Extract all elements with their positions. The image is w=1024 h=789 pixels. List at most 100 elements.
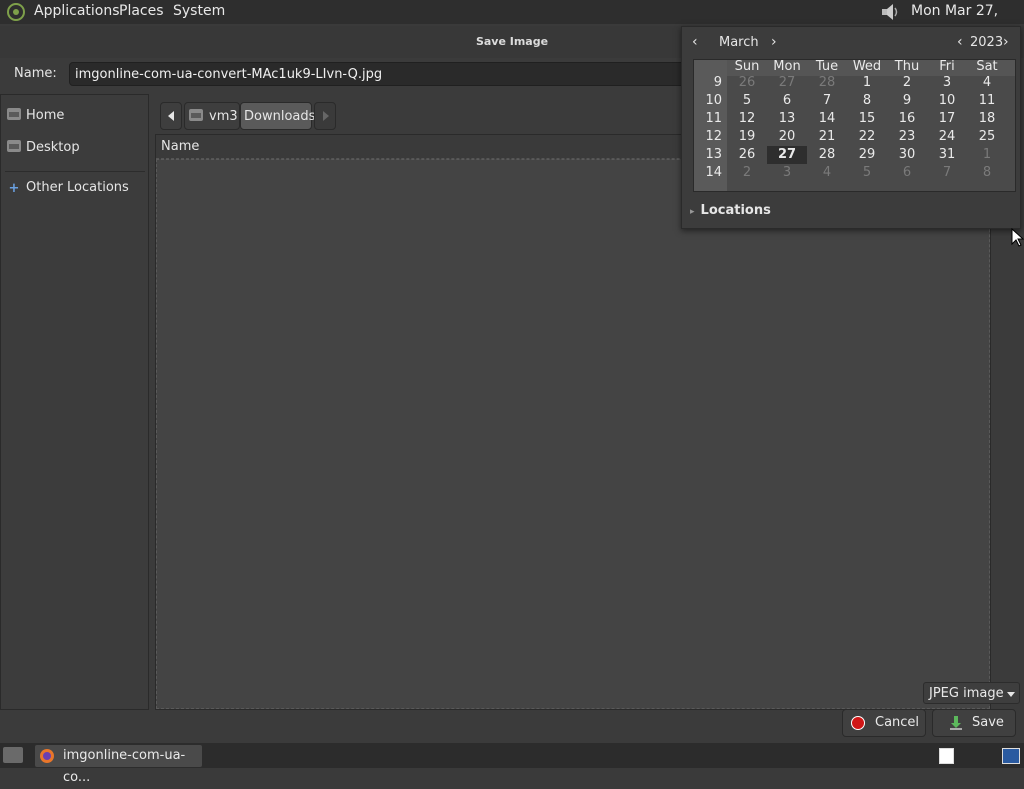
calendar-day[interactable]: 19 bbox=[727, 128, 767, 146]
calendar-day[interactable]: 11 bbox=[967, 92, 1007, 110]
cancel-label: Cancel bbox=[875, 715, 920, 730]
calendar-day[interactable]: 28 bbox=[807, 74, 847, 92]
sidebar-item-label: Other Locations bbox=[26, 180, 129, 195]
calendar-day[interactable]: 22 bbox=[847, 128, 887, 146]
save-label: Save bbox=[972, 715, 1004, 730]
chevron-left-icon bbox=[168, 111, 174, 121]
locations-expander[interactable]: ▸ Locations bbox=[690, 203, 771, 223]
calendar-day[interactable]: 25 bbox=[967, 128, 1007, 146]
clock[interactable]: Mon Mar 27, 16:19 bbox=[911, 0, 1024, 41]
week-number: 14 bbox=[705, 165, 722, 180]
calendar-days: Sun Mon Tue Wed Thu Fri Sat 9 26 27 28 1 2 3 4 10 5 6 7 8 9 1… bbox=[682, 27, 1022, 197]
menu-places[interactable]: Places bbox=[119, 0, 164, 24]
calendar-day[interactable]: 30 bbox=[887, 146, 927, 164]
week-number: 10 bbox=[705, 93, 722, 108]
calendar-day[interactable]: 5 bbox=[847, 164, 887, 182]
calendar-day[interactable]: 28 bbox=[807, 146, 847, 164]
calendar-day[interactable]: 20 bbox=[767, 128, 807, 146]
sidebar-item-label: Home bbox=[26, 108, 65, 123]
calendar-day[interactable]: 3 bbox=[767, 164, 807, 182]
calendar-day[interactable]: 2 bbox=[887, 74, 927, 92]
path-segment-downloads[interactable]: Downloads bbox=[240, 102, 316, 130]
workspace-2-icon[interactable] bbox=[1002, 748, 1020, 764]
path-back-button[interactable] bbox=[160, 102, 182, 130]
sidebar-item-desktop[interactable]: Desktop bbox=[7, 137, 80, 159]
path-forward-button[interactable] bbox=[314, 102, 336, 130]
calendar-day[interactable]: 24 bbox=[927, 128, 967, 146]
calendar-popup: ‹ March › ‹ 2023 › Sun Mon Tue Wed Thu Fri Sat… bbox=[681, 26, 1021, 229]
calendar-day[interactable]: 14 bbox=[807, 110, 847, 128]
calendar-day[interactable]: 4 bbox=[967, 74, 1007, 92]
expander-arrow-icon: ▸ bbox=[690, 207, 695, 217]
calendar-day[interactable]: 8 bbox=[967, 164, 1007, 182]
week-number: 9 bbox=[713, 75, 722, 90]
calendar-day[interactable]: 13 bbox=[767, 110, 807, 128]
top-panel: Applications Places System Mon Mar 27, 1… bbox=[0, 0, 1024, 41]
calendar-day[interactable]: 15 bbox=[847, 110, 887, 128]
calendar-day[interactable]: 12 bbox=[727, 110, 767, 128]
calendar-day[interactable]: 3 bbox=[927, 74, 967, 92]
sidebar-item-other-locations[interactable]: + Other Locations bbox=[7, 177, 129, 199]
calendar-day[interactable]: 17 bbox=[927, 110, 967, 128]
week-number: 13 bbox=[705, 147, 722, 162]
calendar-day[interactable]: 7 bbox=[927, 164, 967, 182]
calendar-day[interactable]: 31 bbox=[927, 146, 967, 164]
calendar-day[interactable]: 21 bbox=[807, 128, 847, 146]
taskbar-window-label: imgonline-com-ua-co... bbox=[63, 748, 186, 785]
sidebar-divider bbox=[5, 171, 145, 172]
calendar-day[interactable]: 4 bbox=[807, 164, 847, 182]
locations-label: Locations bbox=[700, 203, 771, 218]
column-header-label: Name bbox=[161, 139, 200, 154]
mouse-pointer-icon bbox=[1011, 228, 1024, 247]
name-label: Name: bbox=[14, 66, 57, 81]
distro-logo-icon[interactable] bbox=[6, 2, 26, 22]
calendar-day[interactable]: 26 bbox=[727, 146, 767, 164]
sidebar-item-home[interactable]: Home bbox=[7, 105, 64, 127]
calendar-day[interactable]: 1 bbox=[967, 146, 1007, 164]
chevron-down-icon bbox=[1007, 692, 1015, 697]
calendar-day[interactable]: 16 bbox=[887, 110, 927, 128]
save-button[interactable]: Save bbox=[932, 709, 1016, 737]
week-number: 12 bbox=[705, 129, 722, 144]
calendar-day[interactable]: 9 bbox=[887, 92, 927, 110]
week-number: 11 bbox=[705, 111, 722, 126]
home-folder-icon bbox=[7, 108, 21, 120]
calendar-day[interactable]: 6 bbox=[767, 92, 807, 110]
menu-applications[interactable]: Applications bbox=[34, 0, 120, 24]
desktop-folder-icon bbox=[7, 140, 21, 152]
calendar-day[interactable]: 5 bbox=[727, 92, 767, 110]
places-sidebar: Home Desktop + Other Locations bbox=[0, 94, 149, 710]
filetype-select[interactable]: JPEG image bbox=[923, 682, 1020, 704]
calendar-day[interactable]: 29 bbox=[847, 146, 887, 164]
calendar-day[interactable]: 10 bbox=[927, 92, 967, 110]
calendar-day[interactable]: 2 bbox=[727, 164, 767, 182]
volume-icon[interactable] bbox=[879, 2, 901, 22]
menu-system[interactable]: System bbox=[173, 0, 225, 24]
cancel-button[interactable]: Cancel bbox=[842, 709, 926, 737]
calendar-day[interactable]: 6 bbox=[887, 164, 927, 182]
path-segment-vm3[interactable]: vm3 bbox=[184, 102, 240, 130]
calendar-day[interactable]: 23 bbox=[887, 128, 927, 146]
calendar-day[interactable]: 26 bbox=[727, 74, 767, 92]
calendar-day[interactable]: 27 bbox=[767, 74, 807, 92]
chevron-right-icon bbox=[323, 111, 329, 121]
firefox-icon bbox=[40, 749, 54, 763]
path-segment-label: vm3 bbox=[209, 109, 238, 124]
calendar-day[interactable]: 18 bbox=[967, 110, 1007, 128]
plus-icon: + bbox=[8, 181, 20, 196]
download-icon bbox=[950, 716, 962, 730]
workspace-1-icon[interactable] bbox=[939, 748, 954, 764]
calendar-day[interactable]: 7 bbox=[807, 92, 847, 110]
calendar-day-today[interactable]: 27 bbox=[767, 146, 807, 164]
taskbar-window-button[interactable]: imgonline-com-ua-co... bbox=[35, 745, 202, 785]
show-desktop-icon[interactable] bbox=[3, 747, 23, 763]
sidebar-item-label: Desktop bbox=[26, 140, 80, 155]
filename-input[interactable] bbox=[69, 62, 709, 86]
cancel-icon bbox=[851, 716, 865, 730]
calendar-day[interactable]: 8 bbox=[847, 92, 887, 110]
calendar-day[interactable]: 1 bbox=[847, 74, 887, 92]
home-folder-icon bbox=[189, 109, 203, 121]
filetype-label: JPEG image bbox=[929, 686, 1004, 701]
file-list-body[interactable] bbox=[156, 159, 990, 709]
path-segment-label: Downloads bbox=[244, 109, 316, 124]
